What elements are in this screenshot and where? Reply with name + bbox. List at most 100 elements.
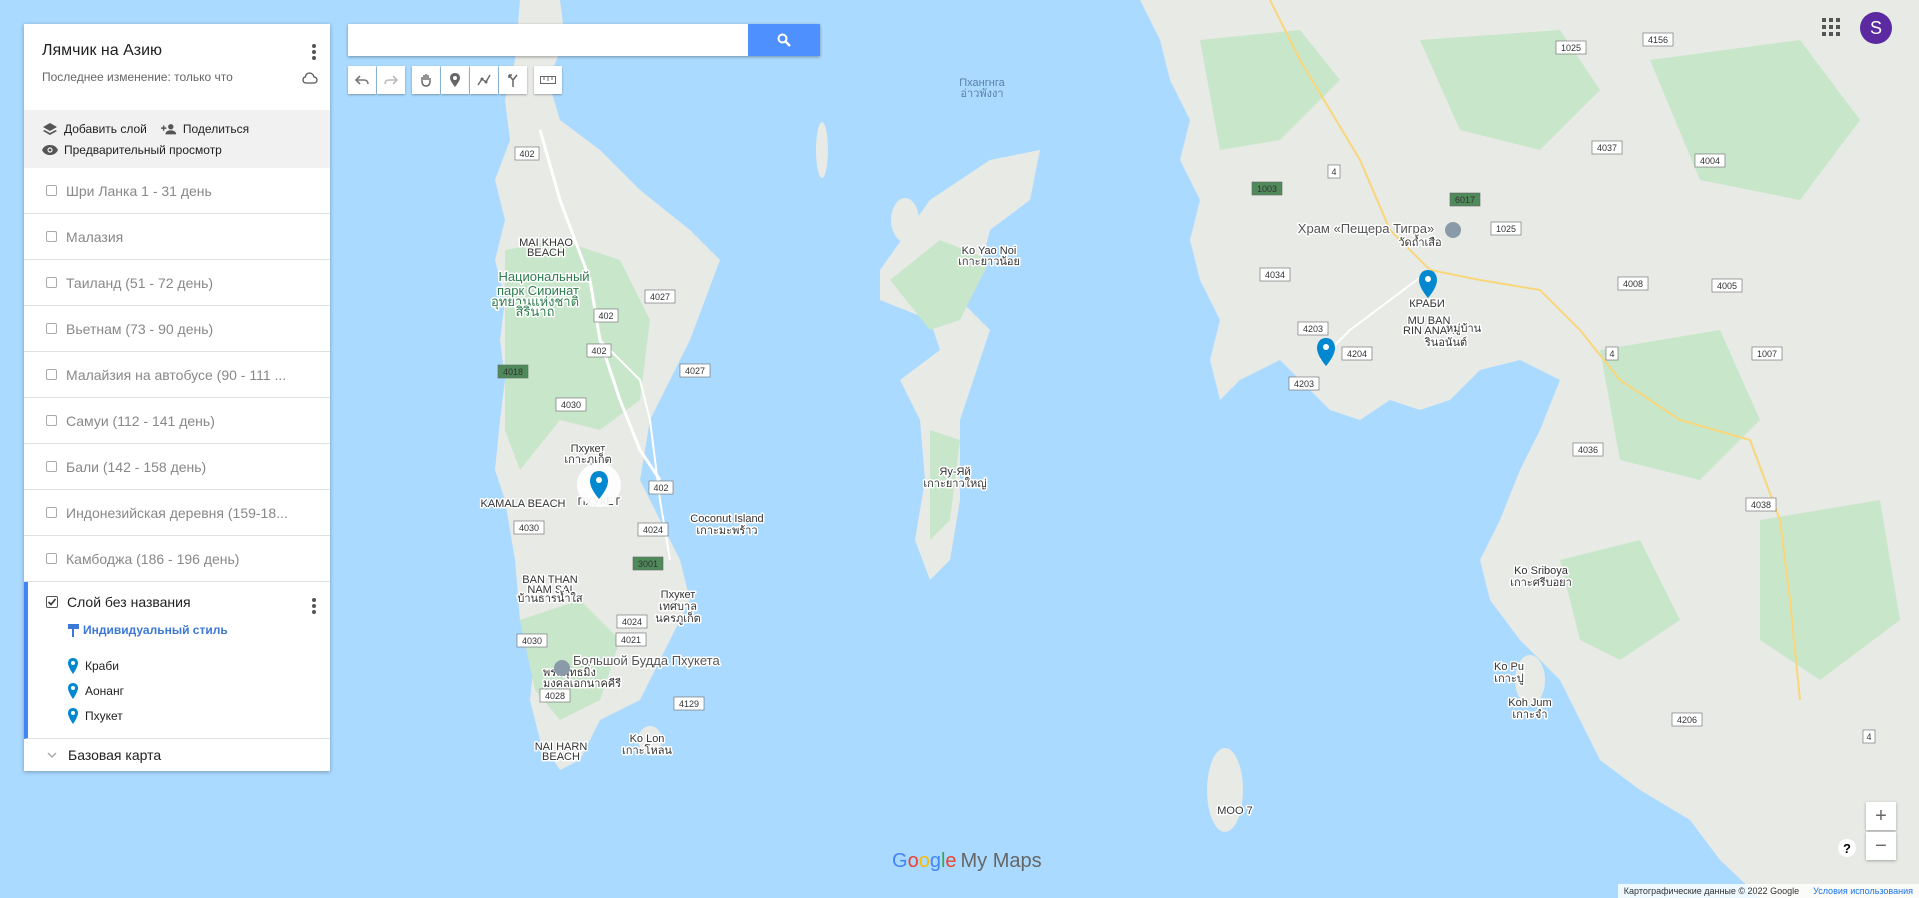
svg-text:4156: 4156 [1648,35,1668,45]
layer-options-icon[interactable] [312,596,316,616]
basemap-toggle[interactable]: Базовая карта [24,739,330,771]
label-kamala-beach: KAMALA BEACH [481,498,566,510]
road-number-badge: 402 [593,308,619,323]
panel-header: Лямчик на Азию Последнее изменение: толь… [24,24,330,110]
active-layer-name[interactable]: Слой без названия [67,594,191,610]
label-sirinat-thai-2: สิรินาถ [515,304,554,319]
draw-line-button[interactable] [470,66,498,94]
svg-text:402: 402 [591,346,606,356]
label-phang-nga-thai: อ่าวพังงา [960,88,1003,100]
road-number-badge: 4027 [679,363,711,378]
islet-1 [816,122,828,178]
help-icon[interactable]: ? [1838,839,1856,857]
layer-item[interactable]: Малайзия на автобусе (90 - 111 ... [24,352,330,398]
marker-phuket[interactable] [577,463,621,507]
label-nai-harn-2: BEACH [542,751,580,763]
layer-item[interactable]: Вьетнам (73 - 90 день) [24,306,330,352]
zoom-out-button[interactable]: − [1866,832,1896,860]
individual-style-link[interactable]: Индивидуальный стиль [68,623,330,637]
map-options-icon[interactable] [312,42,316,62]
redo-button[interactable] [377,66,405,94]
layer-name: Малайзия на автобусе (90 - 111 ... [66,366,287,383]
layer-checkbox[interactable] [46,277,57,288]
place-item[interactable]: Аонанг [68,678,330,703]
temple-icon[interactable] [1445,222,1461,238]
redo-icon [384,75,398,85]
road-number-badge: 4024 [637,522,669,537]
road-number-badge: 4156 [1642,32,1674,47]
label-tiger-cave-thai: วัดถ้ำเสือ [1398,234,1441,249]
hand-icon [421,74,431,87]
label-krabi: КРАБИ [1409,298,1444,310]
layer-item[interactable]: Малазия [24,214,330,260]
label-tiger-cave: Храм «Пещера Тигра» [1298,221,1434,236]
add-marker-button[interactable] [441,66,469,94]
attribution-bar: Картографические данные © 2022 Google Ус… [1617,884,1919,898]
pan-tool-button[interactable] [412,66,440,94]
layer-item[interactable]: Самуи (112 - 141 день) [24,398,330,444]
svg-text:6017: 6017 [1455,195,1475,205]
svg-text:4024: 4024 [643,525,663,535]
layer-checkbox[interactable] [46,507,57,518]
chevron-down-icon[interactable] [46,750,58,760]
layer-checkbox[interactable] [46,231,57,242]
label-coconut-island-thai: เกาะมะพร้าว [696,525,757,537]
terms-link[interactable]: Условия использования [1813,886,1913,896]
label-koh-jum-thai: เกาะจำ [1512,709,1547,721]
place-item[interactable]: Краби [68,653,330,678]
directions-button[interactable] [499,66,527,94]
svg-text:4008: 4008 [1623,279,1643,289]
road-number-badge: 4018 [497,364,529,379]
layer-name: Бали (142 - 158 день) [66,458,207,475]
map-title[interactable]: Лямчик на Азию [42,42,312,60]
undo-button[interactable] [348,66,376,94]
road-number-badge: 4129 [673,696,705,711]
road-number-badge: 1003 [1251,181,1283,196]
label-ko-pu: Ko Pu [1494,661,1524,673]
svg-text:4018: 4018 [503,367,523,377]
place-name: Пхукет [85,708,123,723]
layer-item[interactable]: Камбоджа (186 - 196 день) [24,536,330,582]
map-legend-panel: Лямчик на Азию Последнее изменение: толь… [24,24,330,771]
measure-button[interactable] [534,66,562,94]
preview-button[interactable]: Предварительный просмотр [42,143,222,157]
cloud-saved-icon [302,72,318,84]
place-item[interactable]: Пхукет [68,703,330,728]
layer-item[interactable]: Шри Ланка 1 - 31 день [24,168,330,214]
add-layer-button[interactable]: Добавить слой [42,122,147,136]
svg-text:4027: 4027 [650,292,670,302]
road-number-badge: 4008 [1617,276,1649,291]
share-label: Поделиться [182,121,250,136]
ruler-icon [540,76,556,84]
layer-item[interactable]: Бали (142 - 158 день) [24,444,330,490]
zoom-in-button[interactable]: + [1866,802,1896,830]
layer-checkbox[interactable] [46,553,57,564]
road-number-badge: 4021 [615,632,647,647]
layer-checkbox[interactable] [46,415,57,426]
add-person-icon [160,122,177,136]
buddha-icon[interactable] [554,660,570,676]
layer-checkbox[interactable] [46,461,57,472]
my-maps-wordmark: My Maps [960,850,1042,872]
map-data-attribution: Картографические данные © 2022 Google [1623,886,1800,896]
search-button[interactable] [748,24,820,56]
layer-checkbox[interactable] [46,323,57,334]
layer-checkbox-checked[interactable] [46,596,58,608]
search-input[interactable] [348,24,748,56]
avatar[interactable]: S [1860,12,1892,44]
label-ko-lon-thai: เกาะโหลน [622,743,672,757]
search-box [348,24,820,56]
road-number-badge: 3001 [632,556,664,571]
layer-item[interactable]: Таиланд (51 - 72 день) [24,260,330,306]
google-apps-icon[interactable] [1822,18,1840,36]
layer-item[interactable]: Индонезийская деревня (159-18... [24,490,330,536]
share-button[interactable]: Поделиться [160,121,250,136]
place-name: Краби [85,658,119,673]
svg-text:4030: 4030 [522,636,542,646]
road-number-badge: 4 [1862,729,1876,744]
layer-checkbox[interactable] [46,185,57,196]
layer-checkbox[interactable] [46,369,57,380]
road-number-badge: 4203 [1288,376,1320,391]
road-number-badge: 4203 [1297,321,1329,336]
label-ko-pu-thai: เกาะปู [1494,673,1524,685]
